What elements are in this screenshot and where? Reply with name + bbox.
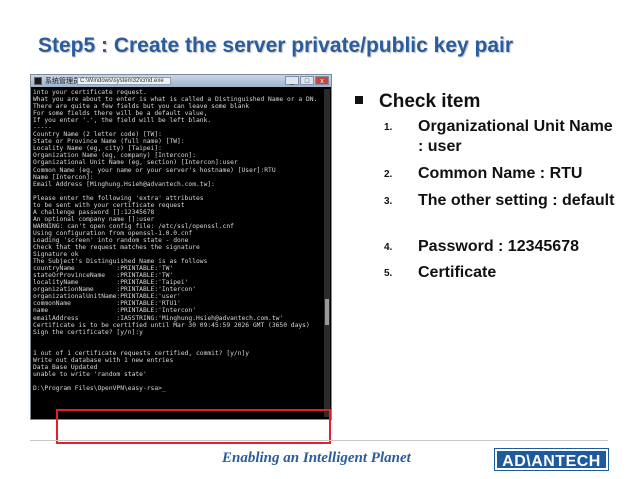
list-number: 4.: [384, 242, 393, 253]
console-line: A challenge password []:12345678: [33, 208, 155, 216]
console-line: Locality Name (eg, city) [Taipei]:: [33, 145, 162, 153]
console-line: name :PRINTABLE:'Intercon': [33, 307, 197, 315]
close-button[interactable]: x: [315, 76, 329, 85]
maximize-button[interactable]: □: [300, 76, 314, 85]
console-line: countryName :PRINTABLE:'TW': [33, 265, 174, 273]
list-number: 5.: [384, 268, 393, 279]
console-line: An optional company name []:user: [33, 215, 155, 223]
advantech-logo: AD\ANTECH: [495, 449, 608, 470]
console-line: Organization Name (eg, company) [Interco…: [33, 152, 197, 160]
console-line: Certificate is to be certified until Mar…: [33, 321, 310, 329]
console-line: stateOrProvinceName :PRINTABLE:'TW': [33, 272, 174, 280]
console-line: For some fields there will be a default …: [33, 110, 208, 118]
list-item: 3. The other setting : default: [384, 191, 618, 211]
list-text: Organizational Unit Name : user: [418, 118, 613, 155]
list-text: Password : 12345678: [418, 238, 579, 255]
console-line: The Subject's Distinguished Name is as f…: [33, 258, 208, 266]
list-item: 2. Common Name : RTU: [384, 164, 618, 184]
console-line: What you are about to enter is what is c…: [33, 96, 318, 104]
list-number: 3.: [384, 196, 393, 207]
square-bullet-icon: [355, 96, 363, 104]
console-line: Name [Intercon]:: [33, 173, 94, 181]
console-line: If you enter '.', the field will be left…: [33, 117, 212, 125]
console-line: Data Base Updated: [33, 363, 98, 371]
list-text: The other setting : default: [418, 192, 615, 209]
console-line: Signature ok: [33, 251, 79, 259]
console-line: unable to write 'random state': [33, 370, 147, 378]
console-line: 1 out of 1 certificate requests certifie…: [33, 349, 250, 357]
console-line: to be sent with your certificate request: [33, 201, 185, 209]
console-line: Write out database with 1 new entries: [33, 356, 174, 364]
console-scrollbar[interactable]: [324, 89, 330, 417]
highlight-box: [56, 409, 331, 444]
check-item-label: Check item: [379, 91, 481, 112]
console-line: Using configuration from openssl-1.0.0.c…: [33, 229, 193, 237]
console-window[interactable]: 系统管理员 C:\Windows\system32\cmd.exe _ □ x …: [30, 74, 332, 444]
minimize-button[interactable]: _: [285, 76, 299, 85]
console-line: Organizational Unit Name (eg, section) […: [33, 159, 238, 167]
console-line: WARNING: can't open config file: /etc/ss…: [33, 222, 234, 230]
console-line: into your certificate request.: [33, 89, 147, 96]
list-number: 1.: [384, 122, 393, 133]
console-line: Check that the request matches the signa…: [33, 244, 200, 252]
list-text: Common Name : RTU: [418, 165, 583, 182]
slide-title: Step5 : Create the server private/public…: [38, 34, 514, 57]
footer-tagline: Enabling an Intelligent Planet: [222, 450, 411, 466]
console-line: emailAddress :IA5STRING:'Minghung.Hsieh@…: [33, 314, 284, 322]
console-output[interactable]: into your certificate request. What you a…: [33, 89, 323, 417]
console-line: Common Name (eg, your name or your serve…: [33, 166, 276, 174]
list-item: 5. Certificate: [384, 263, 618, 283]
console-line: D:\Program Files\OpenVPN\easy-rsa>_: [33, 384, 166, 392]
console-line: organizationName :PRINTABLE:'Intercon': [33, 286, 197, 294]
console-line: Loading 'screen' into random state - don…: [33, 236, 189, 244]
console-line: Country Name (2 letter code) [TW]:: [33, 131, 162, 139]
console-window-title: 系统管理员: [45, 78, 80, 85]
cmd-icon: [34, 77, 42, 85]
check-item-heading: Check item: [355, 91, 480, 113]
console-line: Please enter the following 'extra' attri…: [33, 194, 204, 202]
console-line: organizationalUnitName:PRINTABLE:'user': [33, 293, 181, 301]
scrollbar-thumb[interactable]: [325, 299, 329, 325]
console-line: Email Address [Minghung.Hsieh@advantech.…: [33, 180, 215, 188]
list-number: 2.: [384, 169, 393, 180]
console-line: -----: [33, 124, 52, 132]
list-text: Certificate: [418, 264, 497, 281]
console-line: localityName :PRINTABLE:'Taipei': [33, 279, 189, 287]
console-line: State or Province Name (full name) [TW]:: [33, 138, 185, 146]
console-path-field: C:\Windows\system32\cmd.exe: [77, 77, 171, 85]
console-line: commonName :PRINTABLE:'RTU1': [33, 300, 181, 308]
list-item: 1. Organizational Unit Name : user: [384, 117, 618, 157]
console-titlebar[interactable]: 系统管理员 C:\Windows\system32\cmd.exe _ □ x: [31, 75, 331, 87]
console-line: Sign the certificate? [y/n]:y: [33, 328, 143, 336]
console-path-text: C:\Windows\system32\cmd.exe: [80, 78, 164, 84]
list-item: 4. Password : 12345678: [384, 237, 618, 257]
console-line: There are quite a few fields but you can…: [33, 103, 250, 111]
footer-divider: [30, 440, 608, 441]
